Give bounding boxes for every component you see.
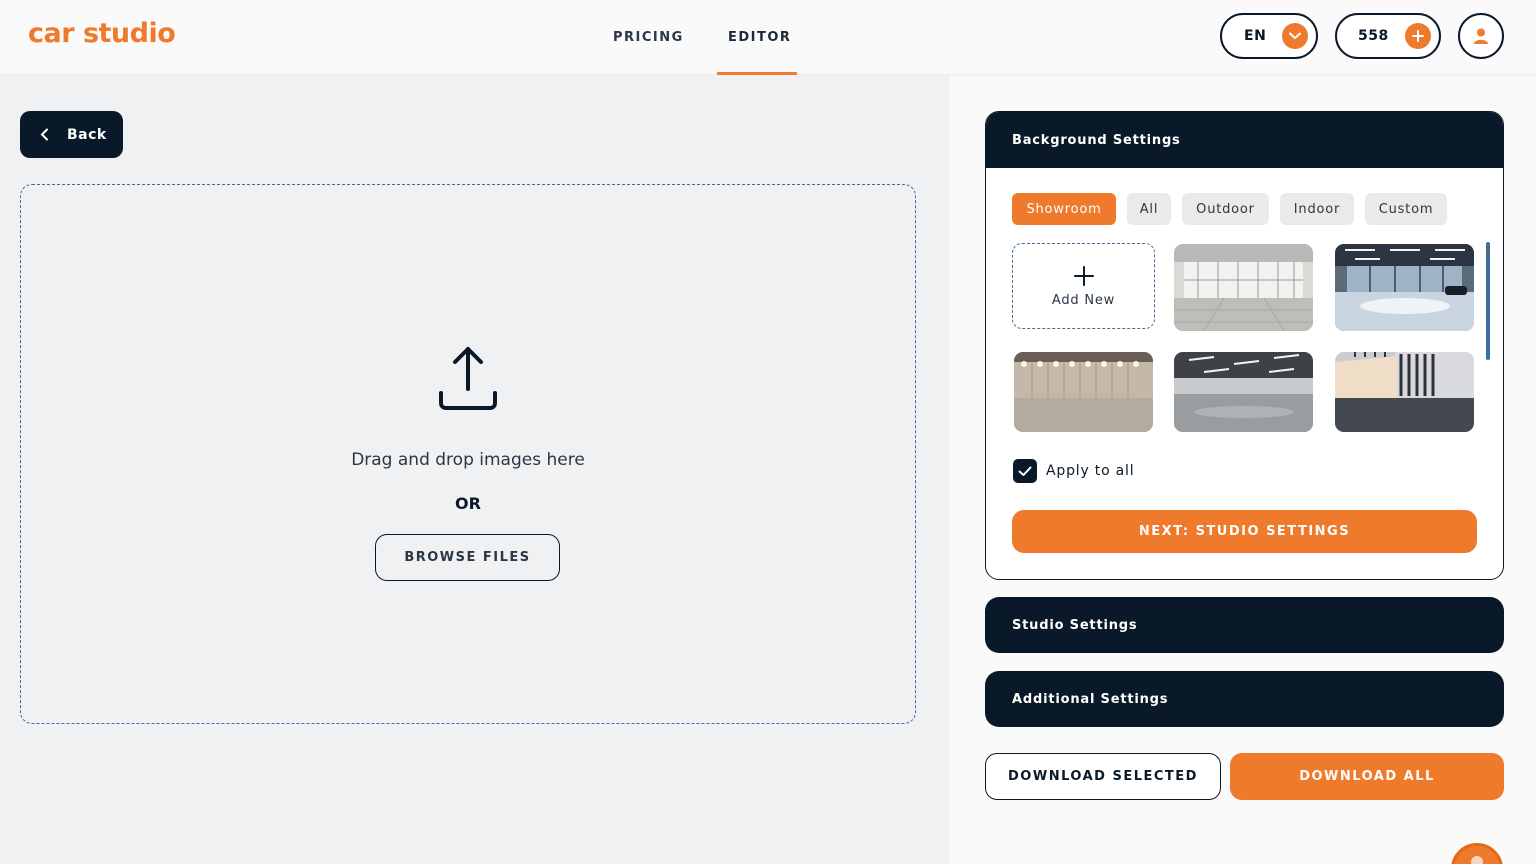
upload-icon bbox=[439, 347, 497, 410]
back-button[interactable]: Back bbox=[20, 111, 123, 158]
add-new-background-button[interactable]: Add New bbox=[1012, 243, 1155, 329]
nav-active-indicator bbox=[717, 72, 797, 75]
language-selector[interactable]: EN bbox=[1220, 13, 1318, 59]
add-credits-icon[interactable] bbox=[1405, 23, 1431, 49]
background-thumbnail[interactable] bbox=[1174, 244, 1313, 331]
download-all-button[interactable]: DOWNLOAD ALL bbox=[1230, 753, 1504, 800]
browse-files-button[interactable]: BROWSE FILES bbox=[375, 534, 560, 581]
tab-outdoor[interactable]: Outdoor bbox=[1182, 193, 1269, 225]
thumbnails-scrollbar[interactable] bbox=[1486, 242, 1490, 360]
nav-pricing[interactable]: PRICING bbox=[613, 30, 684, 45]
car-studio-logo[interactable]: car studio bbox=[28, 18, 176, 49]
apply-to-all-checkbox[interactable] bbox=[1013, 459, 1037, 483]
background-settings-header[interactable]: Background Settings bbox=[986, 112, 1503, 168]
language-value: EN bbox=[1244, 28, 1267, 44]
credits-count: 558 bbox=[1358, 28, 1389, 44]
user-profile-button[interactable] bbox=[1458, 13, 1504, 59]
tab-indoor[interactable]: Indoor bbox=[1280, 193, 1354, 225]
download-selected-button[interactable]: DOWNLOAD SELECTED bbox=[985, 753, 1221, 800]
apply-to-all-label[interactable]: Apply to all bbox=[1046, 463, 1134, 479]
plus-icon bbox=[1073, 265, 1094, 286]
tab-custom[interactable]: Custom bbox=[1365, 193, 1447, 225]
background-thumbnail[interactable] bbox=[1174, 352, 1313, 432]
nav-editor[interactable]: EDITOR bbox=[728, 30, 791, 45]
next-studio-settings-button[interactable]: NEXT: STUDIO SETTINGS bbox=[1012, 510, 1477, 553]
add-new-label: Add New bbox=[1051, 292, 1116, 308]
back-label: Back bbox=[67, 126, 107, 143]
top-header: car studio PRICING EDITOR EN 558 bbox=[0, 0, 1536, 75]
chevron-down-icon bbox=[1282, 23, 1308, 49]
studio-settings-section[interactable]: Studio Settings bbox=[985, 597, 1504, 653]
credits-pill[interactable]: 558 bbox=[1335, 13, 1441, 59]
background-thumbnail[interactable] bbox=[1335, 352, 1474, 432]
background-thumbnail[interactable] bbox=[1335, 244, 1474, 331]
additional-settings-section[interactable]: Additional Settings bbox=[985, 671, 1504, 727]
check-icon bbox=[1018, 466, 1032, 476]
tab-all[interactable]: All bbox=[1127, 193, 1171, 225]
user-icon bbox=[1474, 28, 1488, 44]
dropzone-instructions: Drag and drop images here bbox=[351, 450, 585, 470]
tab-showroom[interactable]: Showroom bbox=[1012, 193, 1116, 225]
or-separator: OR bbox=[455, 494, 481, 513]
background-thumbnail[interactable] bbox=[1014, 352, 1153, 432]
chevron-left-icon bbox=[40, 128, 48, 141]
